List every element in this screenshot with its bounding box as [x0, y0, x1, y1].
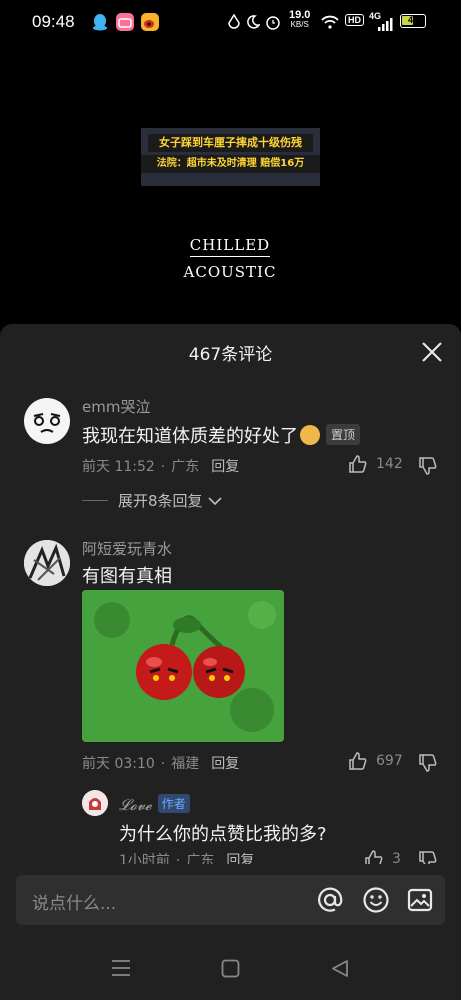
like-button[interactable]: 142	[348, 454, 403, 474]
comment-text-content: 我现在知道体质差的好处了	[82, 426, 298, 447]
comment-input-placeholder: 说点什么...	[32, 894, 117, 914]
net-speed: 19.0 KB/S	[289, 10, 310, 30]
comment-time: 1小时前	[119, 853, 170, 864]
bilibili-icon	[116, 13, 134, 31]
music-title-line1: CHILLED	[189, 236, 271, 257]
thumbs-down-icon[interactable]	[418, 850, 438, 864]
comment-location: 广东	[171, 459, 200, 475]
comment-text: 有图有真相	[82, 566, 172, 587]
weibo-icon	[141, 13, 159, 31]
avatar[interactable]	[24, 398, 70, 444]
reply-text: 为什么你的点赞比我的多?	[119, 824, 327, 845]
thumbs-up-icon	[349, 455, 367, 473]
like-count: 697	[376, 753, 403, 769]
comment-location: 广东	[186, 853, 215, 864]
menu-icon[interactable]	[111, 959, 131, 981]
comment-username[interactable]: emm哭泣	[82, 396, 150, 417]
signal-icon	[377, 16, 393, 35]
at-mention-icon[interactable]	[316, 886, 344, 918]
water-drop-icon	[228, 13, 240, 34]
thumbs-down-icon[interactable]	[418, 456, 438, 480]
moon-icon	[246, 14, 261, 34]
music-title-line2: ACOUSTIC	[183, 263, 277, 281]
close-icon[interactable]	[420, 340, 444, 364]
video-caption-line1: 女子踩到车厘子摔成十级伤残	[148, 134, 313, 152]
comment-time: 前天 11:52	[82, 459, 155, 475]
status-bar: 09:48 19.0 KB/S HD 4G 46	[0, 0, 461, 44]
thumbs-up-icon	[365, 850, 383, 864]
comment-location: 福建	[171, 756, 200, 772]
system-nav-bar	[0, 940, 461, 1000]
avatar[interactable]	[82, 790, 108, 816]
comments-count-title: 467条评论	[188, 345, 273, 365]
reply-button[interactable]: 回复	[211, 459, 239, 475]
like-count: 142	[376, 456, 403, 472]
comment-text: 我现在知道体质差的好处了 置顶	[82, 422, 361, 448]
net-speed-value: 19.0	[289, 9, 311, 21]
comment-meta: 前天 11:52 · 广东 回复	[82, 459, 240, 475]
doge-emoji-icon	[300, 425, 320, 445]
reply-button[interactable]: 回复	[226, 853, 254, 864]
battery-icon: 46	[400, 14, 426, 28]
reply-username-row: 𝓛𝓸𝓿𝓮 作者	[119, 794, 190, 814]
status-time: 09:48	[32, 12, 75, 31]
wifi-icon	[321, 14, 339, 33]
reply-meta-clip: 1小时前 · 广东 回复 3	[0, 848, 461, 864]
author-badge: 作者	[157, 794, 190, 813]
chevron-down-icon	[207, 496, 222, 505]
comment-input[interactable]: 说点什么...	[16, 875, 445, 925]
image-picker-icon[interactable]	[406, 886, 434, 918]
video-thumbnail: 女子踩到车厘子摔成十级伤残 法院：超市未及时清理 赔偿16万	[141, 128, 320, 186]
net-speed-unit: KB/S	[290, 20, 309, 29]
qq-icon	[91, 13, 109, 31]
music-title: CHILLED ACOUSTIC	[150, 236, 310, 281]
expand-replies-button[interactable]: 展开8条回复	[82, 490, 223, 511]
comment-username[interactable]: 阿短爱玩青水	[82, 538, 172, 559]
thumbs-up-icon	[349, 752, 367, 770]
thumbs-down-icon[interactable]	[418, 753, 438, 777]
battery-level: 46	[407, 15, 418, 25]
like-button[interactable]: 697	[348, 751, 403, 771]
emoji-icon[interactable]	[362, 886, 390, 918]
alarm-icon	[265, 14, 281, 34]
video-player[interactable]: 女子踩到车厘子摔成十级伤残 法院：超市未及时清理 赔偿16万 CHILLED A…	[0, 44, 461, 324]
back-icon[interactable]	[331, 959, 349, 982]
pinned-badge: 置顶	[326, 424, 361, 445]
avatar[interactable]	[24, 540, 70, 586]
comment-meta: 前天 03:10 · 福建 回复	[82, 756, 240, 772]
reply-username[interactable]: 𝓛𝓸𝓿𝓮	[119, 796, 152, 814]
expand-replies-label: 展开8条回复	[118, 492, 203, 510]
comment-meta: 1小时前 · 广东 回复	[119, 850, 260, 864]
like-button[interactable]: 3	[364, 849, 401, 864]
reply-button[interactable]: 回复	[211, 756, 239, 772]
video-caption-line2: 法院：超市未及时清理 赔偿16万	[141, 155, 320, 173]
hd-badge: HD	[345, 14, 364, 26]
home-icon[interactable]	[221, 959, 240, 982]
like-count: 3	[392, 851, 401, 864]
comment-time: 前天 03:10	[82, 756, 155, 772]
cherry-bomb-image[interactable]	[82, 590, 284, 742]
